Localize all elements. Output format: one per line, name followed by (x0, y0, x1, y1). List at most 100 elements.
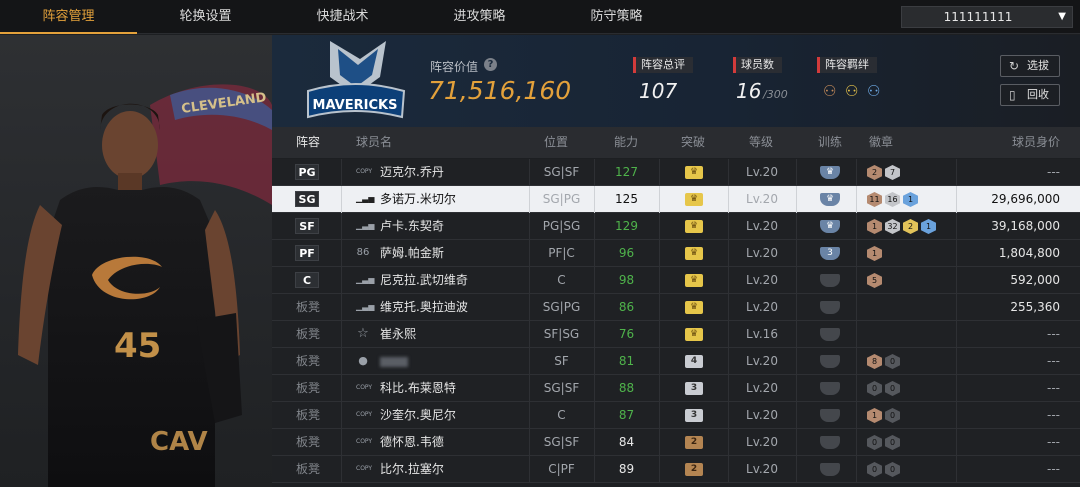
recycle-button[interactable]: ▯ 回收 (1000, 84, 1060, 106)
table-row[interactable]: 板凳 ▁▃▅ 维克托.奥拉迪波 SG|PG 86 ♛ Lv.20 255,360 (272, 294, 1080, 321)
player-name[interactable] (380, 348, 408, 375)
badge-icon[interactable]: 2 (867, 165, 882, 180)
player-position: SG|PG (542, 192, 581, 206)
player-rating: 98 (618, 273, 635, 287)
column-divider (659, 375, 660, 402)
tab-offense[interactable]: 进攻策略 (411, 0, 548, 34)
header-position[interactable]: 位置 (544, 127, 568, 158)
badge-icon[interactable]: 5 (867, 273, 882, 288)
header-training[interactable]: 训练 (818, 127, 842, 158)
column-divider (659, 267, 660, 294)
tab-quick-tactics[interactable]: 快捷战术 (274, 0, 411, 34)
header-name[interactable]: 球员名 (356, 127, 392, 158)
table-row[interactable]: PF 86 萨姆.帕金斯 PF|C 96 ♛ Lv.20 3 1 1,804,800 (272, 240, 1080, 267)
table-row[interactable]: 板凳 COPY 德怀恩.韦德 SG|SF 84 2 Lv.20 0 0 --- (272, 429, 1080, 456)
header-breakthrough[interactable]: 突破 (681, 127, 705, 158)
player-rating: 129 (615, 219, 638, 233)
badge-icon[interactable]: 16 (885, 192, 900, 207)
training-empty-icon[interactable] (820, 301, 840, 314)
table-row[interactable]: 板凳 COPY 比尔.拉塞尔 C|PF 89 2 Lv.20 0 0 --- (272, 456, 1080, 483)
lineup-value: 71,516,160 (428, 76, 572, 105)
player-name[interactable]: 尼克拉.武切维奇 (380, 267, 468, 294)
player-position: PG|SG (542, 219, 581, 233)
training-crown-icon[interactable]: ♛ (820, 193, 840, 206)
badge-icon[interactable]: 0 (885, 435, 900, 450)
training-empty-icon[interactable] (820, 274, 840, 287)
badge-icon[interactable]: 0 (867, 462, 882, 477)
player-position: SF|SG (543, 327, 580, 341)
player-name[interactable]: 萨姆.帕金斯 (380, 240, 444, 267)
table-row[interactable]: 板凳 COPY 沙奎尔.奥尼尔 C 87 3 Lv.20 1 0 --- (272, 402, 1080, 429)
header-badges[interactable]: 徽章 (869, 127, 893, 158)
table-row[interactable]: SG ▁▃▅ 多诺万.米切尔 SG|PG 125 ♛ Lv.20 ♛ 11 16 1 29,696,0… (272, 186, 1080, 213)
player-name[interactable]: 科比.布莱恩特 (380, 375, 456, 402)
pick-button[interactable]: ↻ 选拔 (1000, 55, 1060, 77)
account-select[interactable]: 111111111 ▼ (901, 6, 1073, 28)
bond-icon-gold[interactable]: ⚇ (845, 82, 858, 100)
badge-icon[interactable]: 0 (867, 435, 882, 450)
badge-icon[interactable]: 0 (885, 462, 900, 477)
player-name[interactable]: 崔永熙 (380, 321, 416, 348)
player-position: SG|PG (542, 300, 581, 314)
recycle-button-label: 回收 (1027, 88, 1049, 101)
training-empty-icon[interactable] (820, 436, 840, 449)
badge-icon[interactable]: 0 (885, 381, 900, 396)
column-divider (856, 348, 857, 375)
training-crown-icon[interactable]: ♛ (820, 166, 840, 179)
column-divider (341, 240, 342, 267)
player-name[interactable]: 卢卡.东契奇 (380, 213, 444, 240)
signal-icon: ▁▃▅ (356, 194, 375, 203)
training-badge[interactable]: 3 (820, 247, 840, 260)
badge-icon[interactable]: 11 (867, 192, 882, 207)
overall-label: 阵容总评 (633, 57, 693, 73)
badge-icon[interactable]: 1 (921, 219, 936, 234)
crown-icon: ♛ (685, 301, 703, 314)
training-empty-icon[interactable] (820, 328, 840, 341)
badge-icon[interactable]: 2 (903, 219, 918, 234)
header-rating[interactable]: 能力 (614, 127, 638, 158)
training-empty-icon[interactable] (820, 382, 840, 395)
training-empty-icon[interactable] (820, 355, 840, 368)
column-divider (659, 159, 660, 186)
badge-icon[interactable]: 8 (867, 354, 882, 369)
tab-lineup-management[interactable]: 阵容管理 (0, 0, 137, 34)
badge-icon[interactable]: 32 (885, 219, 900, 234)
bond-icon-blue[interactable]: ⚇ (867, 82, 880, 100)
badge-icon[interactable]: 0 (885, 408, 900, 423)
player-name[interactable]: 迈克尔.乔丹 (380, 159, 444, 186)
badge-icon[interactable]: 1 (867, 408, 882, 423)
badge-icon[interactable]: 7 (885, 165, 900, 180)
player-level: Lv.20 (746, 435, 778, 449)
player-level: Lv.20 (746, 408, 778, 422)
badge-icon[interactable]: 1 (867, 219, 882, 234)
badge-icon[interactable]: 0 (867, 381, 882, 396)
bond-icon-bronze[interactable]: ⚇ (823, 82, 836, 100)
table-row[interactable]: PG COPY 迈克尔.乔丹 SG|SF 127 ♛ Lv.20 ♛ 2 7 --- (272, 159, 1080, 186)
table-row[interactable]: SF ▁▃▅ 卢卡.东契奇 PG|SG 129 ♛ Lv.20 ♛ 1 32 2 1 39,168,00… (272, 213, 1080, 240)
header-level[interactable]: 等级 (749, 127, 773, 158)
tab-defense[interactable]: 防守策略 (548, 0, 685, 34)
table-row[interactable]: C ▁▃▅ 尼克拉.武切维奇 C 98 ♛ Lv.20 5 592,000 (272, 267, 1080, 294)
table-row[interactable]: 板凳 ● SF 81 4 Lv.20 8 0 --- (272, 348, 1080, 375)
table-row[interactable]: 板凳 COPY 科比.布莱恩特 SG|SF 88 3 Lv.20 0 0 --- (272, 375, 1080, 402)
table-row[interactable]: 板凳 ☆ 崔永熙 SF|SG 76 ♛ Lv.16 --- (272, 321, 1080, 348)
player-value: --- (1047, 435, 1060, 449)
column-divider (659, 429, 660, 456)
player-name[interactable]: 沙奎尔.奥尼尔 (380, 402, 456, 429)
help-icon[interactable]: ? (484, 58, 497, 71)
badge-icon[interactable]: 1 (903, 192, 918, 207)
header-value[interactable]: 球员身价 (1012, 127, 1060, 158)
training-empty-icon[interactable] (820, 409, 840, 422)
column-divider (796, 429, 797, 456)
training-crown-icon[interactable]: ♛ (820, 220, 840, 233)
training-empty-icon[interactable] (820, 463, 840, 476)
tab-rotation[interactable]: 轮换设置 (137, 0, 274, 34)
header-slot[interactable]: 阵容 (296, 127, 320, 158)
player-name[interactable]: 比尔.拉塞尔 (380, 456, 444, 483)
player-name[interactable]: 德怀恩.韦德 (380, 429, 444, 456)
player-position: C (557, 273, 566, 287)
player-name[interactable]: 多诺万.米切尔 (380, 186, 456, 213)
badge-icon[interactable]: 0 (885, 354, 900, 369)
player-name[interactable]: 维克托.奥拉迪波 (380, 294, 468, 321)
badge-icon[interactable]: 1 (867, 246, 882, 261)
